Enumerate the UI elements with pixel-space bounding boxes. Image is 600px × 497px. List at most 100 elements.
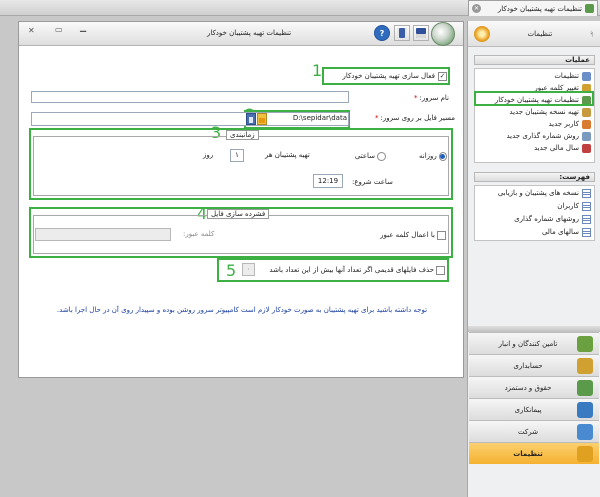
list-icon bbox=[582, 214, 591, 224]
delete-old-checkbox[interactable] bbox=[436, 265, 445, 275]
enable-row[interactable]: ✓ فعال سازی تهیه پشتیبان خودکار bbox=[325, 70, 447, 82]
tab-auto-backup[interactable]: تنظیمات تهیه پشتیبان خودکار ✕ bbox=[468, 0, 598, 16]
sidebar-op-label: روش شماره گذاری جدید bbox=[506, 132, 579, 140]
module-label: تنظیمات bbox=[513, 449, 543, 458]
sidebar-list-label: کاربران bbox=[557, 202, 579, 210]
tab-app-icon bbox=[585, 4, 594, 13]
pin-icon[interactable]: ᛋ bbox=[590, 30, 594, 38]
daily-label: روزانه bbox=[419, 152, 437, 160]
title-bar: ✕ ▭ ▁ تنظیمات تهیه پشتیبان خودکار ? bbox=[19, 22, 463, 46]
sidebar-op-item[interactable]: کاربر جدید bbox=[478, 119, 591, 129]
save-as-button[interactable] bbox=[394, 25, 410, 41]
sidebar-list-item[interactable]: سالهای مالی bbox=[478, 227, 591, 237]
company-icon bbox=[577, 423, 593, 440]
clear-path-button[interactable] bbox=[246, 113, 256, 125]
module-label: تامین کنندگان و انبار bbox=[498, 339, 558, 348]
sidebar-title: تنظیمات bbox=[527, 29, 553, 38]
module-label: پیمانکاری bbox=[514, 405, 542, 414]
operations-header: عملیات bbox=[474, 55, 595, 65]
settings-icon bbox=[582, 71, 591, 81]
server-name-label-row: نام سرور: * bbox=[359, 93, 449, 103]
user-icon bbox=[582, 119, 591, 129]
backup-icon bbox=[582, 107, 591, 117]
module-button[interactable]: تنظیمات bbox=[469, 442, 599, 464]
maximize-window-icon[interactable]: ▭ bbox=[55, 25, 63, 34]
delete-old-count-input[interactable]: ۰ bbox=[242, 263, 255, 276]
path-label: مسیر فایل بر روی سرور: bbox=[380, 114, 456, 122]
every-days-value: ۱ bbox=[235, 151, 239, 159]
save-as-icon bbox=[397, 28, 407, 38]
module-button[interactable]: حقوق و دستمزد bbox=[469, 376, 599, 398]
sidebar-op-label: سال مالی جدید bbox=[533, 144, 579, 152]
hourly-radio[interactable] bbox=[377, 151, 386, 161]
sidebar-list-item[interactable]: کاربران bbox=[478, 201, 591, 211]
help-button[interactable]: ? bbox=[374, 25, 390, 41]
path-input[interactable]: D:\sepidar\data bbox=[267, 114, 347, 124]
sidebar-op-item[interactable]: سال مالی جدید bbox=[478, 143, 591, 153]
delete-old-option[interactable]: حذف فایلهای قدیمی اگر تعداد آنها بیش از … bbox=[259, 265, 445, 275]
sidebar-op-item[interactable]: تنظیمات bbox=[478, 71, 591, 81]
server-name-label: نام سرور: bbox=[419, 94, 450, 102]
backup-app-icon bbox=[431, 22, 455, 46]
sidebar-op-item[interactable]: روش شماره گذاری جدید bbox=[478, 131, 591, 141]
module-label: حسابداری bbox=[513, 361, 543, 370]
day-unit-label: روز bbox=[203, 151, 214, 159]
calendar-icon bbox=[582, 143, 591, 153]
start-time-label: ساعت شروع: bbox=[352, 178, 393, 186]
sidebar-list-label: روشهای شماره گذاری bbox=[514, 215, 579, 223]
password-check-label: با اعمال کلمه عبور bbox=[380, 231, 435, 239]
start-time-value: 12:19 bbox=[317, 177, 339, 185]
close-tab-icon[interactable]: ✕ bbox=[472, 4, 481, 13]
password-input[interactable] bbox=[35, 228, 171, 241]
operations-highlight-box bbox=[474, 91, 594, 106]
start-time-input[interactable]: 12:19 bbox=[313, 174, 343, 188]
list-icon bbox=[582, 201, 591, 211]
server-name-input[interactable] bbox=[31, 91, 349, 103]
required-mark: * bbox=[414, 94, 418, 102]
sidebar-op-label: کاربر جدید bbox=[548, 120, 579, 128]
every-label: تهیه پشتیبان هر bbox=[265, 151, 310, 159]
module-button[interactable]: حسابداری bbox=[469, 354, 599, 376]
window-title: تنظیمات تهیه پشتیبان خودکار bbox=[206, 29, 292, 37]
enable-checkbox[interactable]: ✓ bbox=[438, 71, 447, 81]
password-option[interactable]: با اعمال کلمه عبور bbox=[362, 230, 446, 240]
lists-list: نسخه های پشتیبان و بازیابی کاربران روشهای … bbox=[474, 185, 595, 241]
backup-note: توجه داشته باشید برای تهیه پشتیبان به صو… bbox=[56, 306, 428, 314]
lists-header: فهرست: bbox=[474, 172, 595, 182]
hourly-option[interactable]: ساعتی bbox=[354, 151, 386, 161]
backup-settings-window: ✕ ▭ ▁ تنظیمات تهیه پشتیبان خودکار ? 1 ✓ … bbox=[18, 21, 464, 378]
sidebar-settings-icon bbox=[474, 25, 490, 42]
folder-icon bbox=[259, 118, 265, 123]
close-window-icon[interactable]: ✕ bbox=[28, 26, 35, 35]
payroll-icon bbox=[577, 379, 593, 396]
module-button[interactable]: تامین کنندگان و انبار bbox=[469, 332, 599, 354]
minimize-window-icon[interactable]: ▁ bbox=[80, 23, 86, 32]
sidebar-op-item[interactable]: تهیه نسخه پشتیبان جدید bbox=[478, 107, 591, 117]
help-icon: ? bbox=[379, 28, 385, 38]
hourly-label: ساعتی bbox=[354, 152, 375, 160]
settings-module-icon bbox=[577, 445, 593, 462]
daily-option[interactable]: روزانه bbox=[419, 151, 447, 161]
browse-folder-button[interactable] bbox=[257, 113, 267, 125]
module-label: حقوق و دستمزد bbox=[504, 383, 552, 392]
module-button[interactable]: پیمانکاری bbox=[469, 398, 599, 420]
compress-legend: فشرده سازی فایل bbox=[207, 209, 270, 219]
accounting-icon bbox=[577, 357, 593, 374]
module-button[interactable]: شرکت bbox=[469, 420, 599, 442]
sidebar-op-label: تهیه نسخه پشتیبان جدید bbox=[509, 108, 579, 116]
every-days-input[interactable]: ۱ bbox=[230, 149, 244, 162]
sidebar-list-item[interactable]: روشهای شماره گذاری bbox=[478, 214, 591, 224]
save-button[interactable] bbox=[413, 25, 429, 41]
daily-radio[interactable] bbox=[438, 151, 447, 161]
path-label-row: مسیر فایل بر روی سرور: * bbox=[359, 113, 455, 123]
save-icon bbox=[416, 28, 426, 38]
password-label: کلمه عبور: bbox=[183, 230, 215, 238]
sidebar-list-label: سالهای مالی bbox=[541, 228, 579, 236]
sidebar-list-item[interactable]: نسخه های پشتیبان و بازیابی bbox=[478, 188, 591, 198]
trash-icon bbox=[249, 117, 253, 123]
path-required-mark: * bbox=[375, 114, 379, 122]
delete-old-label: حذف فایلهای قدیمی اگر تعداد آنها بیش از … bbox=[269, 266, 434, 274]
list-icon bbox=[582, 188, 591, 198]
password-checkbox[interactable] bbox=[437, 230, 446, 240]
list-icon bbox=[582, 227, 591, 237]
